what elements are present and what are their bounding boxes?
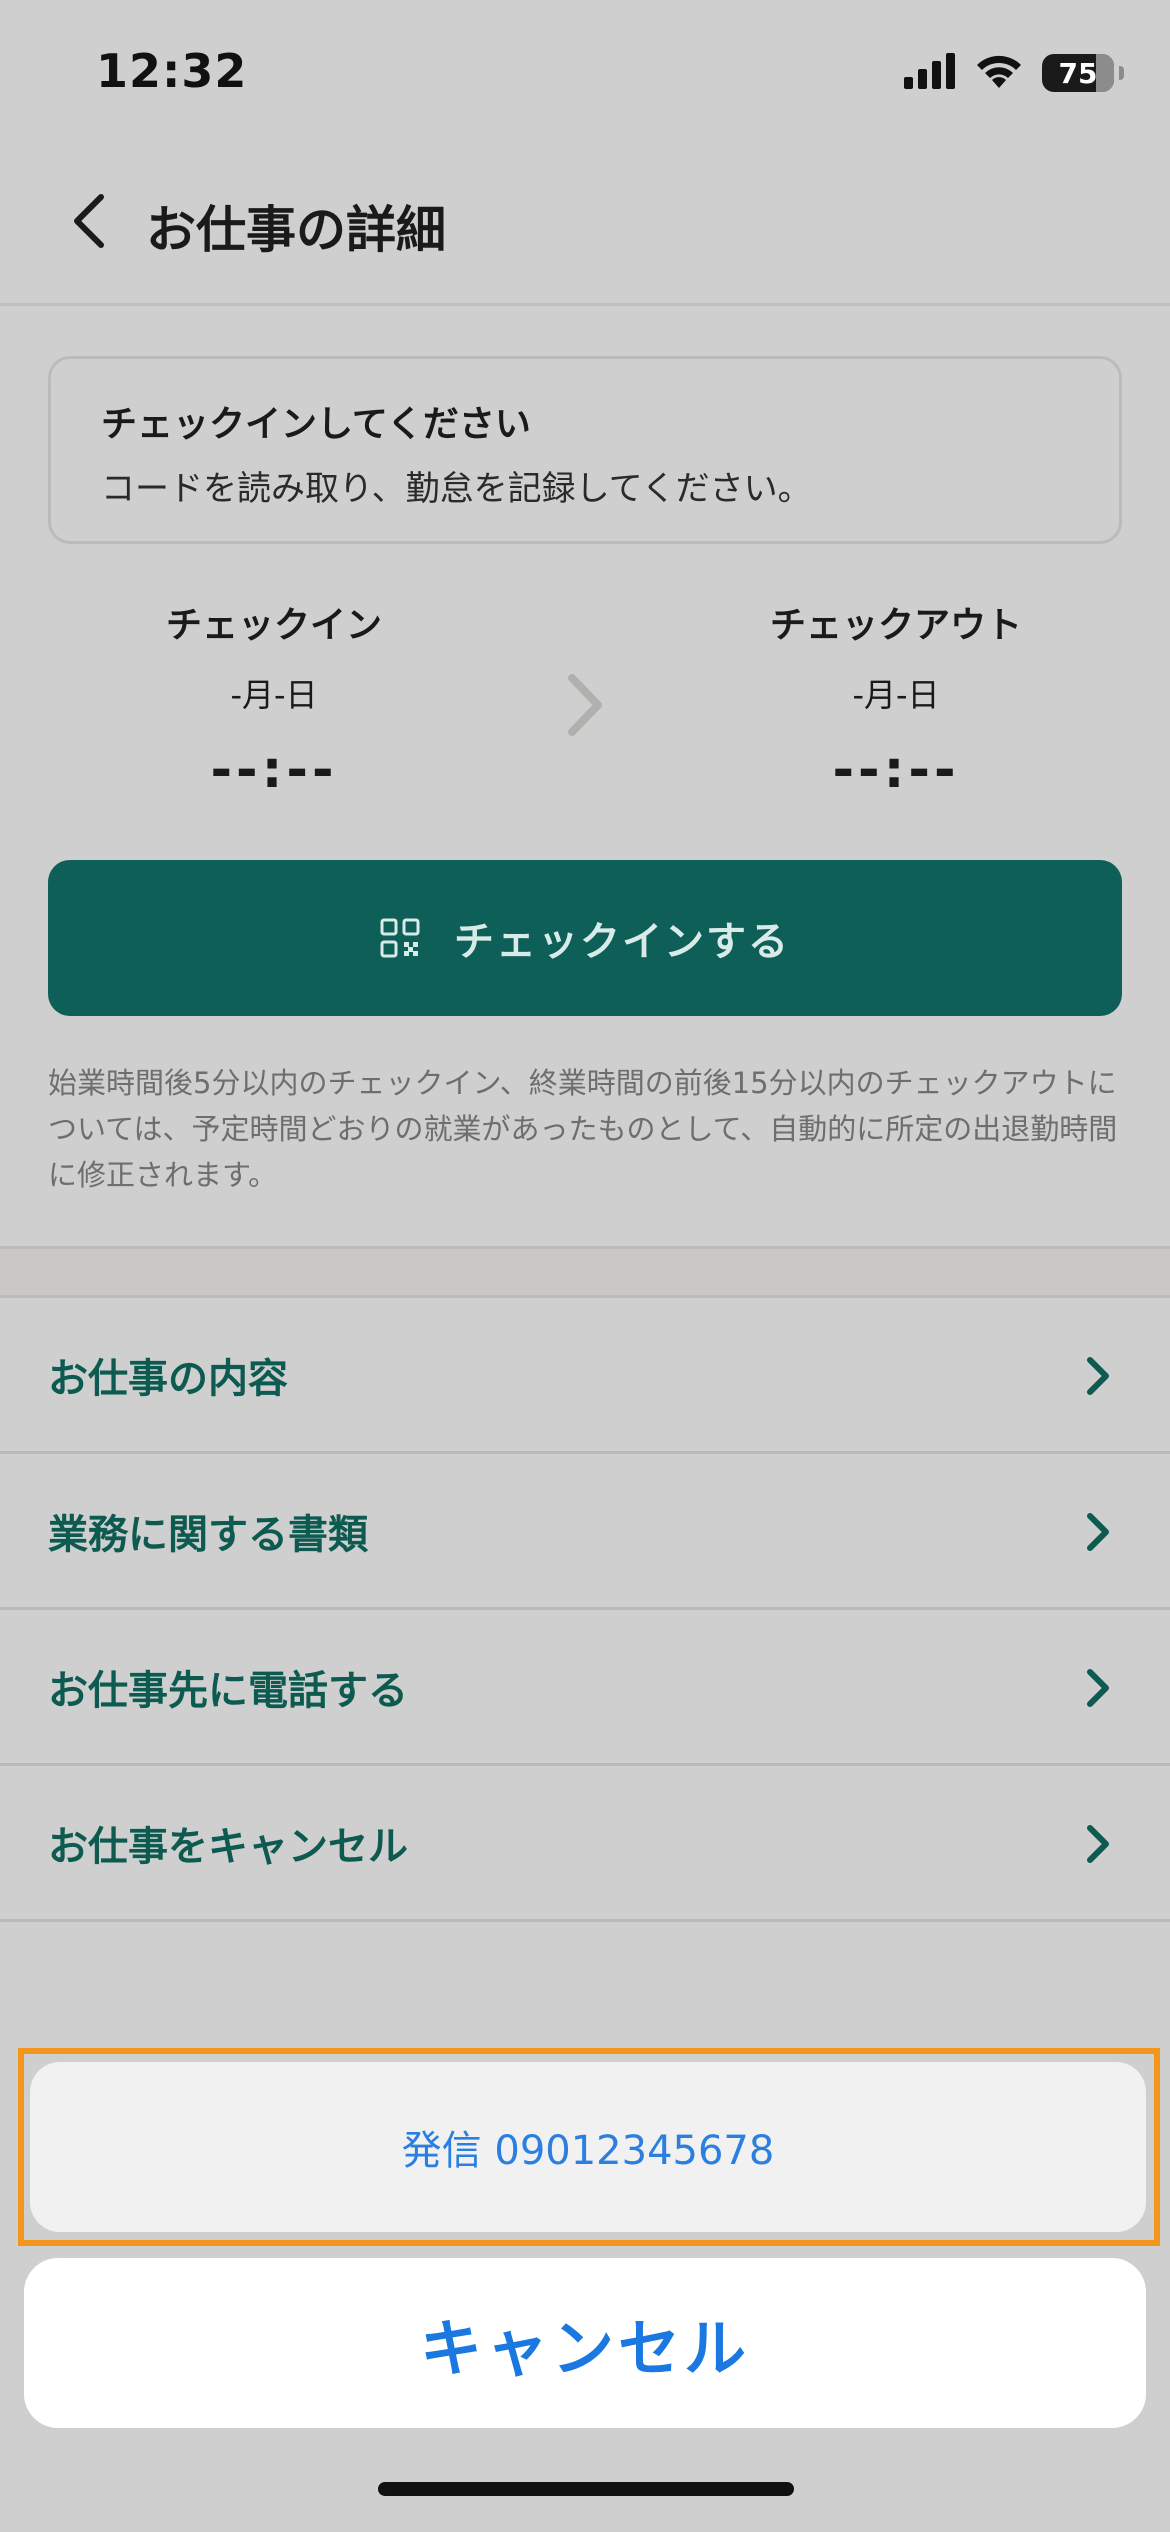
notice-title: チェックインしてください xyxy=(101,404,531,445)
wifi-icon xyxy=(974,52,1024,94)
menu-item-label: お仕事をキャンセル xyxy=(48,1823,408,1870)
battery-icon: 75 xyxy=(1042,54,1124,92)
checkout-label: チェックアウト xyxy=(769,605,1022,646)
checkin-label: チェックイン xyxy=(165,605,382,646)
chevron-right-icon xyxy=(1087,1357,1109,1395)
menu-item-call-employer[interactable]: お仕事先に電話する xyxy=(0,1610,1170,1766)
menu-item-job-content[interactable]: お仕事の内容 xyxy=(0,1298,1170,1454)
checkin-button-label: チェックインする xyxy=(454,919,790,965)
chevron-right-icon xyxy=(1087,1513,1109,1551)
menu-item-label: お仕事先に電話する xyxy=(48,1667,408,1714)
cellular-signal-icon xyxy=(904,53,956,93)
checkin-notice-card: チェックインしてください コードを読み取り、勤怠を記録してください。 xyxy=(48,356,1122,544)
cancel-button[interactable]: キャンセル xyxy=(24,2258,1146,2428)
section-divider xyxy=(0,1246,1170,1298)
navigation-header: お仕事の詳細 xyxy=(0,140,1170,306)
chevron-right-icon xyxy=(1087,1825,1109,1863)
chevron-left-icon xyxy=(74,194,104,248)
status-time: 12:32 xyxy=(96,44,248,98)
home-indicator[interactable] xyxy=(378,2482,794,2496)
call-phone-button[interactable]: 発信 09012345678 xyxy=(30,2062,1146,2232)
checkin-time: --:-- xyxy=(210,740,338,800)
menu-item-documents[interactable]: 業務に関する書類 xyxy=(0,1454,1170,1610)
checkin-button[interactable]: チェックインする xyxy=(48,860,1122,1016)
notice-body: コードを読み取り、勤怠を記録してください。 xyxy=(101,469,812,509)
checkin-note: 始業時間後5分以内のチェックイン、終業時間の前後15分以内のチェックアウトについ… xyxy=(48,1066,1118,1192)
chevron-right-icon xyxy=(568,674,602,736)
checkout-date: -月-日 xyxy=(852,676,940,714)
status-icons: 75 xyxy=(904,52,1124,94)
menu-item-label: 業務に関する書類 xyxy=(48,1511,368,1558)
checkin-time-block: チェックイン -月-日 --:-- xyxy=(74,596,474,800)
menu-item-cancel-job[interactable]: お仕事をキャンセル xyxy=(0,1766,1170,1922)
battery-level: 75 xyxy=(1058,56,1098,90)
checkout-time-block: チェックアウト -月-日 --:-- xyxy=(696,596,1096,800)
status-bar: 12:32 75 xyxy=(0,0,1170,140)
checkout-time: --:-- xyxy=(832,740,960,800)
qr-code-icon xyxy=(380,918,420,958)
chevron-right-icon xyxy=(1087,1669,1109,1707)
checkin-date: -月-日 xyxy=(230,676,318,714)
page-title: お仕事の詳細 xyxy=(146,201,446,259)
job-menu-list: お仕事の内容 業務に関する書類 お仕事先に電話する お仕事をキャンセル xyxy=(0,1298,1170,1922)
menu-item-label: お仕事の内容 xyxy=(48,1355,288,1402)
back-button[interactable] xyxy=(54,186,124,256)
